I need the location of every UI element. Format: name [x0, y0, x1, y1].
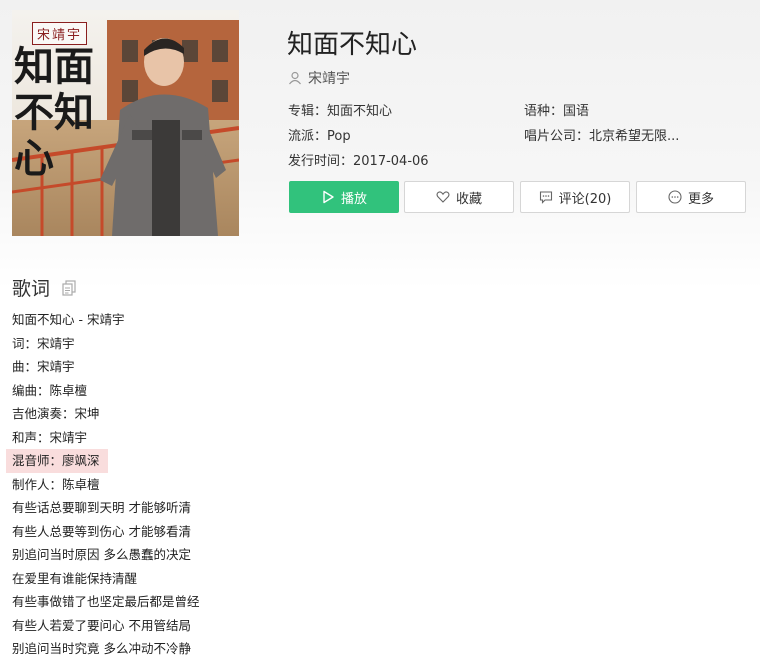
- lyric-line: 知面不知心 - 宋靖宇: [12, 312, 125, 327]
- lyrics-header: 歌词: [12, 274, 76, 301]
- copy-icon[interactable]: [62, 279, 76, 296]
- lyric-line: 编曲：陈卓檀: [12, 382, 88, 398]
- lyric-line: 在爱里有谁能保持清醒: [12, 570, 138, 586]
- lyric-line: 词：宋靖宇: [12, 335, 75, 351]
- lyric-line: 有些事做错了也坚定最后都是曾经: [12, 594, 200, 609]
- more-icon: [668, 190, 682, 204]
- lyric-line: 别追问当时原因 多么愚蠢的决定: [12, 547, 191, 562]
- lyric-row: 别追问当时究竟 多么冲动不冷静: [6, 637, 406, 661]
- release-date-info: 发行时间：2017-04-06: [288, 154, 429, 169]
- lyric-row: 在爱里有谁能保持清醒: [6, 567, 406, 591]
- lyric-line: 有些人总要等到伤心 才能够看清: [12, 523, 191, 539]
- cover-artist-text: 宋靖宇: [32, 22, 88, 45]
- lyric-line: 曲：宋靖宇: [12, 359, 75, 374]
- lyrics-list: 知面不知心 - 宋靖宇 词：宋靖宇曲：宋靖宇编曲：陈卓檀 吉他演奏：宋坤 和声：宋靖宇…: [6, 308, 406, 661]
- lyric-row: 有些话总要聊到天明 才能够听清: [6, 496, 406, 520]
- language-info: 语种：国语: [524, 104, 590, 119]
- artist-name[interactable]: 宋靖宇: [308, 68, 350, 88]
- cover-title-text: 知面不知心: [14, 43, 94, 182]
- genre-info: 流派：Pop: [288, 129, 351, 144]
- lyric-row: 有些事做错了也坚定最后都是曾经: [6, 590, 406, 614]
- more-button-label: 更多: [687, 191, 714, 207]
- song-title: 知面不知心: [287, 30, 418, 60]
- lyric-row: 和声：宋靖宇: [6, 426, 406, 450]
- lyric-row: 有些人若爱了要问心 不用管结局: [6, 614, 406, 638]
- more-button[interactable]: 更多: [636, 181, 746, 213]
- lyric-row: 知面不知心 - 宋靖宇: [6, 308, 406, 332]
- comments-button[interactable]: 评论(20): [520, 181, 630, 213]
- lyric-line-current: 混音师：廖飒深: [6, 449, 108, 473]
- lyric-row: 吉他演奏：宋坤: [6, 402, 406, 426]
- lyric-row: 制作人：陈卓檀: [6, 473, 406, 497]
- favorite-button-label: 收藏: [455, 191, 482, 207]
- lyric-row: 编曲：陈卓檀: [6, 379, 406, 403]
- heart-icon: [436, 191, 450, 203]
- play-icon: [323, 190, 334, 204]
- lyric-row: 曲：宋靖宇: [6, 355, 406, 379]
- play-button[interactable]: 播放: [289, 181, 399, 213]
- lyric-line: 有些话总要聊到天明 才能够听清: [12, 500, 191, 515]
- lyric-line: 制作人：陈卓檀: [12, 476, 100, 492]
- lyric-line: 吉他演奏：宋坤: [12, 406, 100, 421]
- lyric-line: 别追问当时究竟 多么冲动不冷静: [12, 641, 191, 656]
- comments-button-label: 评论(20): [558, 191, 612, 207]
- lyric-row: 有些人总要等到伤心 才能够看清: [6, 520, 406, 544]
- lyric-row: 别追问当时原因 多么愚蠢的决定: [6, 543, 406, 567]
- lyrics-heading: 歌词: [12, 278, 51, 300]
- lyric-row: 混音师：廖飒深: [6, 449, 406, 473]
- artist-link[interactable]: 宋靖宇: [288, 68, 350, 88]
- comment-icon: [539, 191, 552, 204]
- lyric-line: 和声：宋靖宇: [12, 429, 88, 445]
- lyric-line: 有些人若爱了要问心 不用管结局: [12, 617, 191, 633]
- lyric-row: 词：宋靖宇: [6, 332, 406, 356]
- user-icon: [289, 71, 301, 85]
- favorite-button[interactable]: 收藏: [404, 181, 514, 213]
- label-info: 唱片公司：北京希望无限...: [524, 129, 680, 144]
- play-button-label: 播放: [340, 191, 367, 207]
- album-info[interactable]: 专辑：知面不知心: [288, 100, 392, 119]
- album-cover[interactable]: 宋靖宇 知面不知心: [12, 10, 239, 236]
